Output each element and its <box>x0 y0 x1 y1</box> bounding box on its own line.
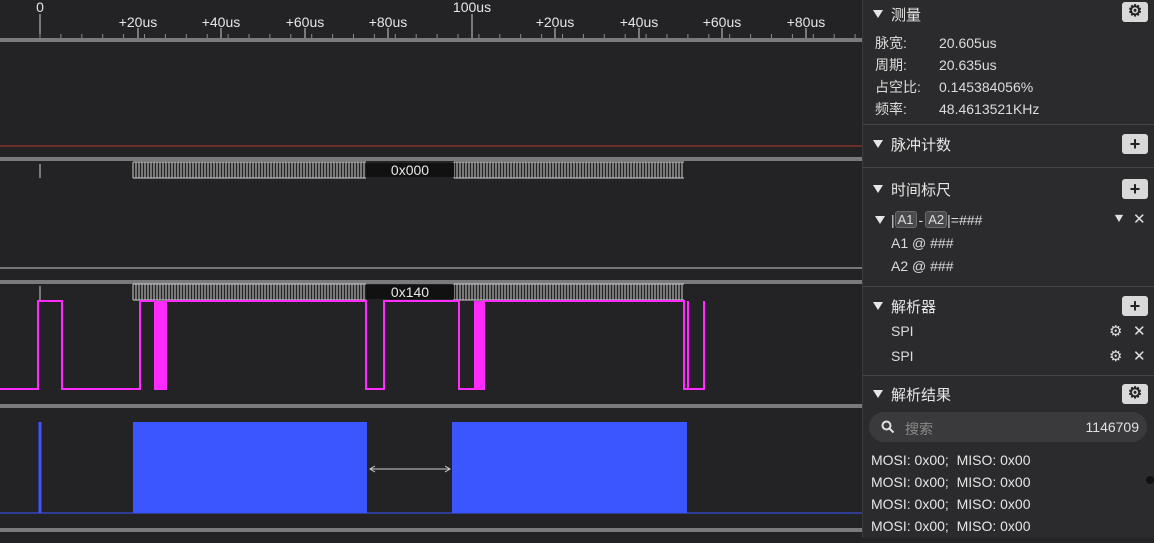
collapse-triangle-icon[interactable] <box>873 390 883 398</box>
time-ruler[interactable]: 0 +20us +40us +60us +80us 100us +20us +40us +60u… <box>0 0 862 42</box>
close-icon[interactable]: ✕ <box>1133 347 1146 365</box>
section-pulse-count[interactable]: 脉冲计数 <box>863 130 1154 158</box>
gear-icon[interactable]: ⚙ <box>1109 347 1122 365</box>
section-analyzer[interactable]: 解析器 <box>863 292 1154 320</box>
close-icon[interactable]: ✕ <box>1133 210 1146 228</box>
measure-row-pulse-width: 脉宽: 20.605us <box>875 35 997 51</box>
time-ruler-a1-row: A1 @ ### <box>891 235 954 251</box>
section-results-title: 解析结果 <box>891 386 952 404</box>
marker-a1-tag[interactable]: A1 <box>894 211 917 228</box>
section-results[interactable]: 解析结果 <box>863 380 1154 408</box>
result-row[interactable]: MOSI: 0x00; MISO: 0x00 <box>871 496 1031 512</box>
collapse-triangle-icon[interactable] <box>873 10 883 18</box>
gear-icon: ⚙ <box>1127 385 1143 402</box>
collapse-triangle-icon[interactable] <box>873 302 883 310</box>
ruler-label: +60us <box>286 14 325 30</box>
channel-1-bus[interactable]: 0x000 <box>0 161 862 284</box>
waveform-canvas[interactable]: 0 +20us +40us +60us +80us 100us +20us +40us +60u… <box>0 0 862 538</box>
result-row[interactable]: MOSI: 0x00; MISO: 0x00 <box>871 518 1031 534</box>
analyzer-add-button[interactable]: + <box>1122 296 1148 316</box>
ruler-label: 100us <box>453 0 491 15</box>
measure-row-frequency: 频率: 48.4613521KHz <box>875 101 1040 117</box>
waveform-view[interactable]: 0 +20us +40us +60us +80us 100us +20us +40us +60u… <box>0 0 862 538</box>
section-measure-title: 测量 <box>891 6 922 24</box>
collapse-triangle-icon[interactable] <box>875 215 885 224</box>
divider <box>863 124 1154 125</box>
blue-block-2 <box>452 422 687 513</box>
search-icon <box>881 420 895 434</box>
channel-2-bus[interactable]: 0x140 <box>0 283 862 408</box>
analyzer-item-spi-2[interactable]: SPI <box>891 348 914 364</box>
channel-0[interactable] <box>0 145 862 161</box>
result-row[interactable]: MOSI: 0x00; MISO: 0x00 <box>871 452 1031 468</box>
delta-value: =### <box>950 211 983 228</box>
measure-row-period: 周期: 20.635us <box>875 57 997 73</box>
pulse-count-add-button[interactable]: + <box>1122 134 1148 154</box>
ruler-label: +80us <box>369 14 408 30</box>
pink-signal <box>0 300 705 390</box>
section-time-ruler[interactable]: 时间标尺 <box>863 175 1154 203</box>
results-count: 1146709 <box>1085 419 1139 435</box>
marker-a2-tag[interactable]: A2 <box>925 211 948 228</box>
scroll-indicator[interactable] <box>1146 476 1154 484</box>
time-ruler-delta-row[interactable]: | A1 - A2 | =### <box>875 211 982 228</box>
gear-icon: ⚙ <box>1127 3 1143 20</box>
plus-icon: + <box>1129 179 1141 199</box>
ruler-label: +20us <box>119 14 158 30</box>
results-search-input[interactable]: 搜索 1146709 <box>869 412 1147 442</box>
section-pulse-count-title: 脉冲计数 <box>891 136 952 154</box>
section-time-ruler-title: 时间标尺 <box>891 181 952 199</box>
collapse-triangle-icon[interactable] <box>873 140 883 148</box>
ruler-label: +40us <box>620 14 659 30</box>
bus-value-2: 0x140 <box>391 284 429 300</box>
divider <box>863 167 1154 168</box>
plus-icon: + <box>1129 134 1141 154</box>
close-icon[interactable]: ✕ <box>1133 322 1146 340</box>
ruler-label: 0 <box>36 0 44 15</box>
section-analyzer-title: 解析器 <box>891 298 937 316</box>
pin-icon[interactable]: ⯆ <box>1113 211 1125 228</box>
time-ruler-add-button[interactable]: + <box>1122 179 1148 199</box>
collapse-triangle-icon[interactable] <box>873 185 883 193</box>
side-panel: 测量 ⚙ 脉宽: 20.605us 周期: 20.635us 占空比: 0.14538… <box>862 0 1154 538</box>
measure-row-duty: 占空比: 0.145384056% <box>875 79 1034 95</box>
ruler-label: +80us <box>787 14 826 30</box>
bus-value-1: 0x000 <box>391 162 429 178</box>
result-row[interactable]: MOSI: 0x00; MISO: 0x00 <box>871 474 1031 490</box>
search-placeholder: 搜索 <box>905 421 933 437</box>
analyzer-item-spi-1[interactable]: SPI <box>891 323 914 339</box>
divider <box>863 286 1154 287</box>
results-settings-button[interactable]: ⚙ <box>1122 384 1148 404</box>
ruler-label: +40us <box>202 14 241 30</box>
gap-marker <box>369 465 451 473</box>
blue-block-1 <box>133 422 367 513</box>
ruler-label: +60us <box>703 14 742 30</box>
measure-settings-button[interactable]: ⚙ <box>1122 2 1148 22</box>
time-ruler-a2-row: A2 @ ### <box>891 258 954 274</box>
section-measure[interactable]: 测量 <box>863 0 1154 28</box>
channel-3[interactable] <box>0 422 862 532</box>
plus-icon: + <box>1129 296 1141 316</box>
gear-icon[interactable]: ⚙ <box>1109 322 1122 340</box>
divider <box>863 375 1154 376</box>
ruler-label: +20us <box>536 14 575 30</box>
